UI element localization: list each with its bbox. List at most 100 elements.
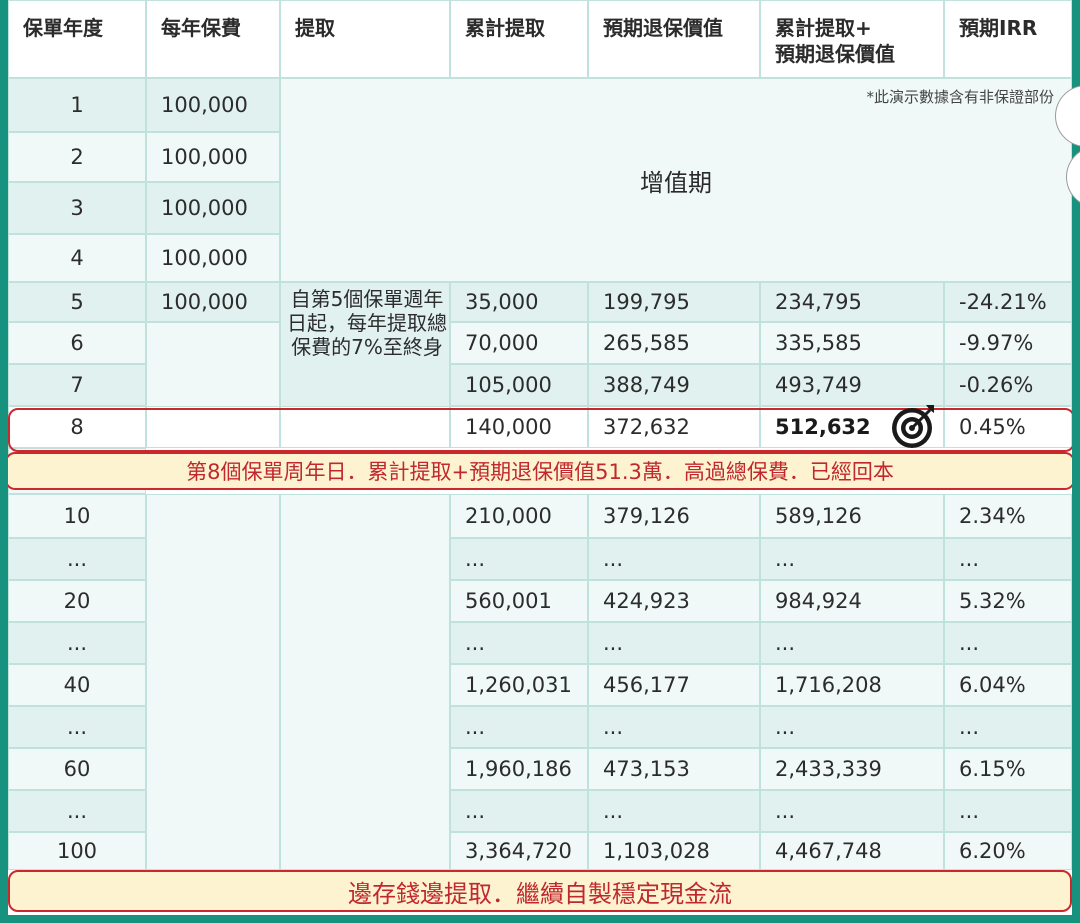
cumulative-withdrawal-cell: 560,001 xyxy=(450,580,588,622)
cumulative-withdrawal-cell-text: 3,364,720 xyxy=(465,839,572,863)
total-value-cell-text: ... xyxy=(775,715,796,739)
irr-cell-text: ... xyxy=(959,631,980,655)
premium-cell: 100,000 xyxy=(146,282,280,322)
cumulative-withdrawal-cell: ... xyxy=(450,538,588,580)
withdraw-empty-lower xyxy=(280,494,450,870)
irr-cell-text: 2.34% xyxy=(959,504,1026,528)
irr-cell: 6.04% xyxy=(944,664,1072,706)
total-value-cell: 4,467,748 xyxy=(760,832,944,870)
total-value-cell-text: 335,585 xyxy=(775,331,862,355)
irr-cell-text: ... xyxy=(959,799,980,823)
year-cell-text: 6 xyxy=(70,331,84,355)
year-cell: 60 xyxy=(8,748,146,790)
surrender-value-cell-text: ... xyxy=(603,631,624,655)
total-value-cell: ... xyxy=(760,622,944,664)
growth-period-cell: 增值期 xyxy=(280,78,1072,282)
irr-cell-text: -0.26% xyxy=(959,373,1034,397)
total-value-cell-text: 4,467,748 xyxy=(775,839,882,863)
cumulative-withdrawal-cell: ... xyxy=(450,622,588,664)
year-cell: 2 xyxy=(8,132,146,182)
total-value-cell-text: 512,632 xyxy=(775,415,871,439)
total-value-cell-text: 589,126 xyxy=(775,504,862,528)
header-cell-1: 每年保費 xyxy=(146,0,280,78)
year-cell: 100 xyxy=(8,832,146,870)
surrender-value-cell: 199,795 xyxy=(588,282,760,322)
premium-cell-text: 100,000 xyxy=(161,93,248,117)
cumulative-withdrawal-cell-text: 210,000 xyxy=(465,504,552,528)
irr-cell-text: ... xyxy=(959,547,980,571)
year-cell: ... xyxy=(8,538,146,580)
surrender-value-cell-text: ... xyxy=(603,715,624,739)
total-value-cell-text: 2,433,339 xyxy=(775,757,882,781)
header-text-5: 累計提取+ 預期退保價值 xyxy=(775,15,895,67)
cumulative-withdrawal-cell-text: ... xyxy=(465,631,486,655)
bottom-callout: 邊存錢邊提取．繼續自製穩定現金流 xyxy=(8,870,1072,912)
year-cell-text: 20 xyxy=(63,589,91,613)
cumulative-withdrawal-cell-text: ... xyxy=(465,715,486,739)
year-cell: 7 xyxy=(8,364,146,406)
header-cell-3-text: 累計提取 xyxy=(465,16,545,40)
surrender-value-cell-text: 379,126 xyxy=(603,504,690,528)
year-cell-text: 5 xyxy=(70,290,84,314)
target-icon xyxy=(892,405,934,448)
surrender-value-cell-text: 456,177 xyxy=(603,673,690,697)
cumulative-withdrawal-cell-text: ... xyxy=(465,799,486,823)
growth-period-label: 增值期 xyxy=(640,168,712,197)
premium-cell: 100,000 xyxy=(146,132,280,182)
illustration-table: 保單年度 每年保費 提取 累計提取 預期退保價值 累計提取+ 預期退保價值 預期IRR 1 100… xyxy=(8,0,1072,915)
surrender-value-cell: ... xyxy=(588,538,760,580)
year-cell: ... xyxy=(8,790,146,832)
year-cell-text: 4 xyxy=(70,246,84,270)
header-cell-6-text: 預期IRR xyxy=(959,16,1038,40)
total-value-cell-text: 1,716,208 xyxy=(775,673,882,697)
total-value-cell: 589,126 xyxy=(760,494,944,538)
total-value-cell: 335,585 xyxy=(760,322,944,364)
bottom-callout-text: 邊存錢邊提取．繼續自製穩定現金流 xyxy=(348,879,732,908)
surrender-value-cell: 1,103,028 xyxy=(588,832,760,870)
year-cell-text: 10 xyxy=(63,504,91,528)
premium-empty-lower xyxy=(146,494,280,870)
surrender-value-cell: ... xyxy=(588,790,760,832)
cumulative-withdrawal-cell-text: 70,000 xyxy=(465,331,539,355)
surrender-value-cell: ... xyxy=(588,706,760,748)
header-cell-4: 預期退保價值 xyxy=(588,0,760,78)
total-value-cell-text: 984,924 xyxy=(775,589,862,613)
premium-cell-text: 100,000 xyxy=(161,196,248,220)
irr-cell: -24.21% xyxy=(944,282,1072,322)
surrender-value-cell: 372,632 xyxy=(588,406,760,448)
cumulative-withdrawal-cell: 1,960,186 xyxy=(450,748,588,790)
year-cell-text: ... xyxy=(66,547,88,571)
header-line2: 預期退保價值 xyxy=(775,42,895,66)
surrender-value-cell: 424,923 xyxy=(588,580,760,622)
year-cell-text: ... xyxy=(66,631,88,655)
surrender-value-cell: 388,749 xyxy=(588,364,760,406)
cumulative-withdrawal-cell: 1,260,031 xyxy=(450,664,588,706)
year-cell-text: 100 xyxy=(56,839,98,863)
year-cell: 6 xyxy=(8,322,146,364)
surrender-value-cell: 265,585 xyxy=(588,322,760,364)
irr-cell: 5.32% xyxy=(944,580,1072,622)
total-value-cell: 2,433,339 xyxy=(760,748,944,790)
premium-empty-row8 xyxy=(146,406,280,448)
year-cell: 3 xyxy=(8,182,146,234)
header-cell-0: 保單年度 xyxy=(8,0,146,78)
year-cell-text: 3 xyxy=(70,196,84,220)
premium-cell: 100,000 xyxy=(146,78,280,132)
premium-cell-text: 100,000 xyxy=(161,246,248,270)
irr-cell: 0.45% xyxy=(944,406,1072,448)
irr-cell: ... xyxy=(944,706,1072,748)
header-cell-2: 提取 xyxy=(280,0,450,78)
surrender-value-cell: 456,177 xyxy=(588,664,760,706)
irr-cell-text: -24.21% xyxy=(959,290,1047,314)
year-cell-text: 60 xyxy=(63,757,91,781)
surrender-value-cell: 473,153 xyxy=(588,748,760,790)
cumulative-withdrawal-cell: 140,000 xyxy=(450,406,588,448)
premium-cell-text: 100,000 xyxy=(161,290,248,314)
irr-cell: 6.15% xyxy=(944,748,1072,790)
cumulative-withdrawal-cell-text: 35,000 xyxy=(465,290,539,314)
year8-callout-text: 第8個保單周年日．累計提取+預期退保價值51.3萬．高過總保費．已經回本 xyxy=(186,460,894,484)
header-cell-2-text: 提取 xyxy=(295,16,335,40)
header-line1: 累計提取+ xyxy=(775,16,872,40)
cumulative-withdrawal-cell-text: 1,260,031 xyxy=(465,673,572,697)
year-cell-text: 1 xyxy=(70,93,84,117)
